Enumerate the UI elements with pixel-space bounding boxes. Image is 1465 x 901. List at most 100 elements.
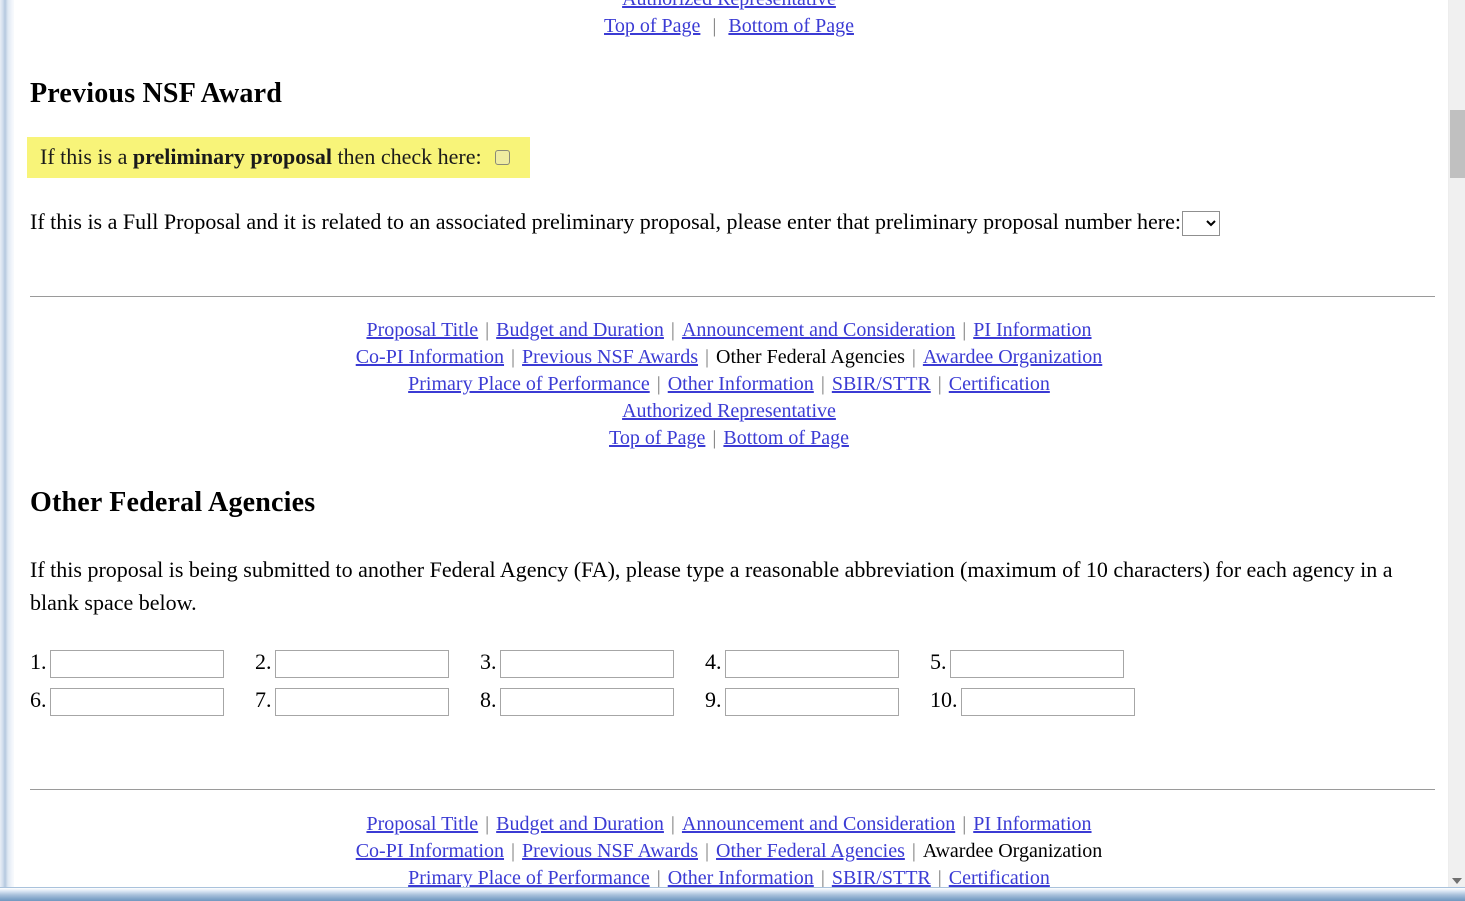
nav-line-page-jumps: Top of Page | Bottom of Page (29, 13, 1429, 40)
nav-link-other-information[interactable]: Other Information (668, 867, 814, 887)
nav-link-certification[interactable]: Certification (949, 867, 1050, 887)
divider-above-middle-nav (30, 296, 1435, 297)
federal-agency-field-number: 1. (30, 643, 47, 681)
nav-line-2: Co-PI Information|Previous NSF Awards|Ot… (29, 344, 1429, 371)
nav-block-top-partial: Authorized Representative Top of Page | … (29, 0, 1429, 40)
federal-agency-field-cell: 2. (255, 643, 480, 681)
federal-agency-input-2[interactable] (275, 650, 449, 678)
prelim-label-after: then check here: (332, 144, 487, 169)
nav-block-bottom: Proposal Title|Budget and Duration|Annou… (29, 811, 1429, 887)
nav-separator: | (814, 867, 832, 887)
nav-link-co-pi-information[interactable]: Co-PI Information (356, 346, 504, 368)
nav-link-bottom-of-page[interactable]: Bottom of Page (723, 427, 849, 449)
preliminary-proposal-number-select[interactable] (1182, 211, 1220, 236)
nav-line-authorized-rep: Authorized Representative (29, 0, 1429, 13)
preliminary-proposal-highlight-row: If this is a preliminary proposal then c… (27, 137, 530, 178)
nav-link-certification[interactable]: Certification (949, 373, 1050, 395)
federal-agency-input-1[interactable] (50, 650, 224, 678)
nav-line-4: Authorized Representative (29, 398, 1429, 425)
full-proposal-instructions: If this is a Full Proposal and it is rel… (30, 205, 1435, 238)
federal-agency-input-10[interactable] (961, 688, 1135, 716)
federal-agency-input-9[interactable] (725, 688, 899, 716)
nav-separator: | (664, 813, 682, 835)
nav-link-pi-information[interactable]: PI Information (973, 319, 1091, 341)
federal-agency-field-cell: 3. (480, 643, 705, 681)
nav-link-primary-place-of-performance[interactable]: Primary Place of Performance (408, 867, 650, 887)
nav-separator: | (478, 813, 496, 835)
federal-agency-field-cell: 1. (30, 643, 255, 681)
federal-agency-field-number: 9. (705, 681, 722, 719)
federal-agency-input-3[interactable] (500, 650, 674, 678)
vertical-scrollbar[interactable] (1448, 0, 1465, 887)
federal-agency-input-5[interactable] (950, 650, 1124, 678)
federal-agency-input-6[interactable] (50, 688, 224, 716)
nav-link-previous-nsf-awards[interactable]: Previous NSF Awards (522, 346, 698, 368)
nav-separator: | (955, 319, 973, 341)
nav-link-proposal-title[interactable]: Proposal Title (366, 813, 478, 835)
nav-separator: | (931, 373, 949, 395)
federal-agency-field-number: 10. (930, 681, 958, 719)
federal-agency-fields-grid: 1. 2.3.4. 5. 6. 7. 8.9. 10. (30, 643, 1230, 719)
federal-agency-field-cell: 5. (930, 643, 1155, 681)
federal-agency-field-cell: 4. (705, 643, 930, 681)
nav-separator: | (504, 346, 522, 368)
federal-agency-row-1: 1. 2.3.4. 5. (30, 643, 1230, 681)
nav-link-awardee-organization[interactable]: Awardee Organization (923, 346, 1102, 368)
nav-link-other-information[interactable]: Other Information (668, 373, 814, 395)
federal-agency-input-4[interactable] (725, 650, 899, 678)
vertical-scrollbar-thumb[interactable] (1450, 110, 1465, 178)
nav-current-awardee-organization: Awardee Organization (923, 840, 1102, 862)
prelim-label-bold: preliminary proposal (133, 144, 332, 169)
prelim-label-before: If this is a (40, 144, 133, 169)
nav-separator: | (478, 319, 496, 341)
nav-link-pi-information[interactable]: PI Information (973, 813, 1091, 835)
federal-agency-field-number: 6. (30, 681, 47, 719)
nav-link-sbir-sttr[interactable]: SBIR/STTR (832, 867, 931, 887)
nav-separator: | (664, 319, 682, 341)
federal-agency-row-2: 6. 7. 8.9. 10. (30, 681, 1230, 719)
nav-separator: | (905, 840, 923, 862)
nav-link-authorized-representative[interactable]: Authorized Representative (622, 0, 836, 10)
federal-agency-input-7[interactable] (275, 688, 449, 716)
nav-separator: | (814, 373, 832, 395)
federal-agency-field-cell: 8. (480, 681, 705, 719)
divider-above-bottom-nav (30, 789, 1435, 790)
nav-link-top-of-page[interactable]: Top of Page (609, 427, 705, 449)
federal-agency-input-8[interactable] (500, 688, 674, 716)
nav-link-previous-nsf-awards[interactable]: Previous NSF Awards (522, 840, 698, 862)
nav-line-3: Primary Place of Performance|Other Infor… (29, 371, 1429, 398)
nav-link-budget-and-duration[interactable]: Budget and Duration (496, 813, 664, 835)
nav-separator: | (931, 867, 949, 887)
nav-link-sbir-sttr[interactable]: SBIR/STTR (832, 373, 931, 395)
nav-link-co-pi-information[interactable]: Co-PI Information (356, 840, 504, 862)
nav-separator: | (955, 813, 973, 835)
nav-separator: | (650, 373, 668, 395)
nav-separator: | (504, 840, 522, 862)
chevron-down-icon[interactable] (1452, 878, 1462, 884)
nav-link-authorized-representative[interactable]: Authorized Representative (622, 400, 836, 422)
nav-link-other-federal-agencies[interactable]: Other Federal Agencies (716, 840, 905, 862)
federal-agency-field-cell: 6. (30, 681, 255, 719)
other-federal-agencies-instructions: If this proposal is being submitted to a… (30, 553, 1425, 619)
nav-link-top-of-page[interactable]: Top of Page (604, 15, 700, 37)
federal-agency-field-cell: 10. (930, 681, 1155, 719)
nav-separator: | (650, 867, 668, 887)
federal-agency-field-number: 4. (705, 643, 722, 681)
nav-link-proposal-title[interactable]: Proposal Title (366, 319, 478, 341)
full-proposal-text: If this is a Full Proposal and it is rel… (30, 209, 1181, 234)
nav-link-announcement-and-consideration[interactable]: Announcement and Consideration (682, 813, 955, 835)
nav-current-other-federal-agencies: Other Federal Agencies (716, 346, 905, 368)
nav-block-middle: Proposal Title|Budget and Duration|Annou… (29, 317, 1429, 452)
nav-link-announcement-and-consideration[interactable]: Announcement and Consideration (682, 319, 955, 341)
federal-agency-field-number: 7. (255, 681, 272, 719)
preliminary-proposal-checkbox[interactable] (495, 150, 510, 165)
nav-line-5: Top of Page|Bottom of Page (29, 425, 1429, 452)
page-content-area: Authorized Representative Top of Page | … (21, 0, 1448, 887)
federal-agency-field-cell: 7. (255, 681, 480, 719)
nav-line-2: Co-PI Information|Previous NSF Awards|Ot… (29, 838, 1429, 865)
window-left-frame-inner (14, 0, 20, 901)
nav-link-budget-and-duration[interactable]: Budget and Duration (496, 319, 664, 341)
nav-link-bottom-of-page[interactable]: Bottom of Page (728, 15, 854, 37)
nav-link-primary-place-of-performance[interactable]: Primary Place of Performance (408, 373, 650, 395)
window-bottom-chrome (0, 887, 1465, 901)
